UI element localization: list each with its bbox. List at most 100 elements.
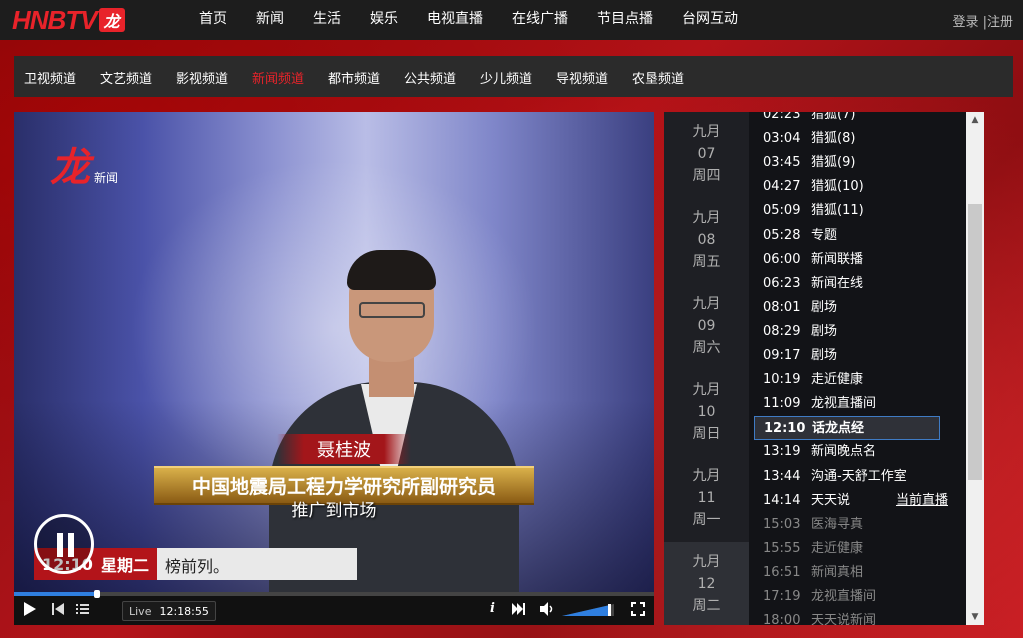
program-row[interactable]: 10:19 走近健康 (763, 368, 948, 392)
program-row[interactable]: 09:17 剧场 (763, 344, 948, 368)
channel-tab-3[interactable]: 新闻频道 (252, 68, 304, 87)
day-month: 九月 (692, 124, 721, 140)
nav-item-0[interactable]: 首页 (199, 0, 227, 40)
channel-tab-2[interactable]: 影视频道 (176, 68, 228, 87)
channel-tab-1[interactable]: 文艺频道 (100, 68, 152, 87)
nav-item-7[interactable]: 台网互动 (682, 0, 738, 40)
program-row[interactable]: 08:29 剧场 (763, 320, 948, 344)
fullscreen-icon[interactable] (631, 602, 645, 620)
nav-item-2[interactable]: 生活 (313, 0, 341, 40)
program-title: 天天说新闻 (811, 613, 877, 625)
day-date: 09 (697, 318, 716, 334)
program-row[interactable]: 06:00 新闻联播 (763, 248, 948, 272)
channel-tab-8[interactable]: 农垦频道 (632, 68, 684, 87)
day-date: 11 (697, 490, 716, 506)
program-time: 05:28 (763, 227, 801, 243)
channel-tab-6[interactable]: 少儿频道 (480, 68, 532, 87)
day-item[interactable]: 九月 09 周六 (664, 284, 749, 370)
day-month: 九月 (692, 210, 721, 226)
day-date: 10 (697, 404, 716, 420)
day-list: 九月 07 周四 九月 08 周五 九月 09 周六 九月 10 周日 九月 11 周一 九月 12 周二 (664, 112, 749, 625)
program-time: 04:27 (763, 179, 801, 195)
channel-tab-4[interactable]: 都市频道 (328, 68, 380, 87)
program-row[interactable]: 04:27 猎狐(10) (763, 175, 948, 199)
program-row[interactable]: 14:14 天天说 当前直播 (763, 489, 948, 513)
volume-icon[interactable] (540, 602, 554, 620)
nav-item-5[interactable]: 在线广播 (512, 0, 568, 40)
presenter-hair (347, 250, 436, 290)
day-date: 12 (697, 576, 716, 592)
playlist-icon[interactable] (76, 603, 89, 619)
program-row[interactable]: 11:09 龙视直播间 (763, 392, 948, 416)
program-row[interactable]: 03:04 猎狐(8) (763, 127, 948, 151)
program-title: 猎狐(10) (811, 179, 864, 195)
login-link[interactable]: 登录 (952, 15, 978, 30)
program-title: 新闻真相 (811, 564, 864, 580)
program-row[interactable]: 06:23 新闻在线 (763, 272, 948, 296)
day-weekday: 周五 (692, 254, 721, 270)
program-title: 剧场 (811, 299, 838, 315)
program-time: 11:09 (763, 396, 801, 412)
video-subtitle: 推广到市场 (291, 501, 377, 521)
day-item[interactable]: 九月 11 周一 (664, 456, 749, 542)
day-item[interactable]: 九月 08 周五 (664, 198, 749, 284)
program-title: 新闻晚点名 (811, 444, 877, 460)
day-item[interactable]: 九月 12 周二 (664, 542, 749, 625)
presenter-glasses (359, 302, 425, 318)
nav-item-4[interactable]: 电视直播 (427, 0, 483, 40)
current-live-link[interactable]: 当前直播 (896, 489, 948, 513)
program-row[interactable]: 15:03 医海寻真 (763, 513, 948, 537)
logo-badge: 龙 (98, 8, 125, 32)
video-player[interactable]: 龙 新闻 聂桂波 中国地震局工程力学研究所副研究员 推广到市场 12:10 星期… (14, 112, 654, 625)
program-row[interactable]: 05:28 专题 (763, 224, 948, 248)
program-time: 03:45 (763, 155, 801, 171)
scrollbar-thumb[interactable] (968, 204, 982, 480)
nav-item-1[interactable]: 新闻 (256, 0, 284, 40)
progress-knob[interactable] (94, 590, 101, 598)
scroll-down-icon[interactable]: ▼ (966, 609, 984, 625)
program-time: 18:00 (763, 613, 801, 625)
channel-tab-5[interactable]: 公共频道 (404, 68, 456, 87)
program-row[interactable]: 18:00 天天说新闻 (763, 609, 948, 625)
program-row[interactable]: 15:55 走近健康 (763, 537, 948, 561)
day-item[interactable]: 九月 07 周四 (664, 112, 749, 198)
program-row[interactable]: 13:44 沟通-天舒工作室 (763, 465, 948, 489)
schedule-scrollbar[interactable]: ▲ ▼ (966, 112, 984, 625)
program-row[interactable]: 16:51 新闻真相 (763, 561, 948, 585)
day-weekday: 周二 (692, 598, 721, 614)
player-controls: Live 12:18:55 i (14, 590, 654, 625)
program-title: 沟通-天舒工作室 (811, 468, 907, 484)
channel-tab-0[interactable]: 卫视频道 (24, 68, 76, 87)
info-icon[interactable]: i (490, 601, 495, 616)
scroll-up-icon[interactable]: ▲ (966, 112, 984, 128)
video-frame[interactable]: 龙 新闻 聂桂波 中国地震局工程力学研究所副研究员 推广到市场 12:10 星期… (14, 112, 654, 592)
program-row[interactable]: 05:09 猎狐(11) (763, 199, 948, 223)
program-row[interactable]: 02:23 猎狐(7) (763, 112, 948, 127)
previous-icon[interactable] (52, 603, 64, 619)
program-title: 走近健康 (811, 372, 864, 388)
pause-overlay-icon[interactable] (34, 514, 94, 574)
program-row[interactable]: 17:19 龙视直播间 (763, 585, 948, 609)
site-logo[interactable]: HNBTV 龙 (12, 5, 125, 35)
program-row[interactable]: 13:19 新闻晚点名 (763, 440, 948, 464)
day-date: 08 (697, 232, 716, 248)
program-row[interactable]: 03:45 猎狐(9) (763, 151, 948, 175)
nav-item-3[interactable]: 娱乐 (370, 0, 398, 40)
program-time: 14:14 (763, 492, 801, 508)
station-logo-mark: 龙 (50, 144, 90, 191)
program-time: 15:03 (763, 516, 801, 532)
program-row-current[interactable]: 12:10 话龙点经 (754, 416, 940, 441)
play-icon[interactable] (23, 602, 37, 620)
progress-bar[interactable] (14, 590, 654, 598)
channel-tab-7[interactable]: 导视频道 (556, 68, 608, 87)
program-row[interactable]: 08:01 剧场 (763, 296, 948, 320)
program-title: 龙视直播间 (811, 589, 877, 604)
day-item[interactable]: 九月 10 周日 (664, 370, 749, 456)
nav-item-6[interactable]: 节目点播 (597, 0, 653, 40)
program-title: 龙视直播间 (811, 396, 877, 412)
next-icon[interactable] (512, 603, 525, 619)
program-time: 08:01 (763, 299, 801, 315)
live-label: Live (129, 604, 152, 618)
volume-slider[interactable] (562, 604, 614, 616)
register-link[interactable]: 注册 (987, 15, 1013, 30)
